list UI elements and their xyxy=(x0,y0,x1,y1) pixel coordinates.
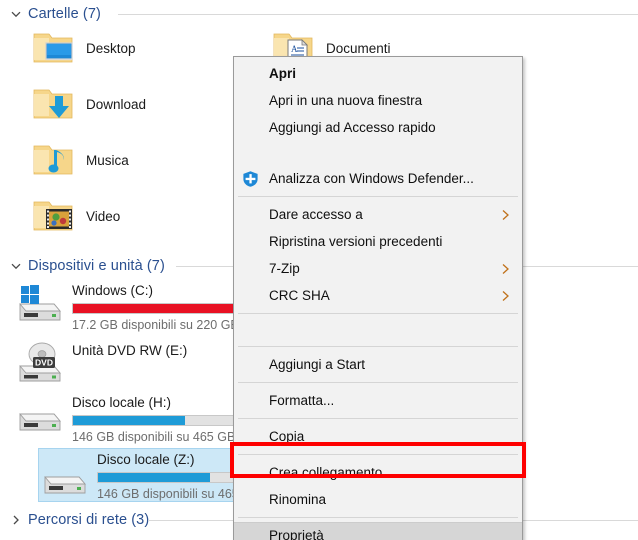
capacity-bar-fill xyxy=(73,416,185,425)
file-explorer-content-pane: Cartelle (7) Desktop Download Musica Vid… xyxy=(0,0,638,540)
capacity-bar-windows-c xyxy=(72,303,236,314)
menu-item-aggiungi-accesso-rapido[interactable]: Aggiungi ad Accesso rapido xyxy=(234,114,522,141)
menu-item-copia[interactable]: Copia xyxy=(234,423,522,450)
hard-drive-icon xyxy=(14,392,66,438)
drive-name-disco-h: Disco locale (H:) xyxy=(72,395,172,410)
chevron-right-icon xyxy=(501,289,510,302)
chevron-down-icon[interactable] xyxy=(8,6,24,22)
menu-item-label: Formatta... xyxy=(269,393,335,408)
menu-separator xyxy=(238,382,518,383)
menu-item-label: Aggiungi ad Accesso rapido xyxy=(269,120,436,135)
capacity-bar-fill xyxy=(98,473,210,482)
drive-info-disco-h: Disco locale (H:) 146 GB disponibili su … xyxy=(66,392,236,445)
drive-capacity-windows-c: 17.2 GB disponibili su 220 GB xyxy=(72,318,239,332)
folder-music-icon xyxy=(30,140,76,180)
drive-tile-windows-c[interactable]: Windows (C:) 17.2 GB disponibili su 220 … xyxy=(14,280,254,333)
folder-label-download: Download xyxy=(86,96,147,112)
section-header-folders[interactable]: Cartelle (7) xyxy=(8,4,101,24)
menu-item-aggiungi-a-start[interactable]: Aggiungi a Start xyxy=(234,351,522,378)
drive-tile-disco-h[interactable]: Disco locale (H:) 146 GB disponibili su … xyxy=(14,392,254,445)
menu-item-label: 7-Zip xyxy=(269,261,300,276)
menu-separator xyxy=(238,346,518,347)
dvd-drive-icon: DVD xyxy=(14,340,66,386)
drive-name-windows-c: Windows (C:) xyxy=(72,283,154,298)
svg-text:A: A xyxy=(291,44,298,54)
menu-item-ripristina-versioni-precedenti[interactable]: Ripristina versioni precedenti xyxy=(234,228,522,255)
folder-label-video: Video xyxy=(86,208,121,224)
folder-tile-download[interactable]: Download xyxy=(30,84,146,124)
menu-item-apri-nuova-finestra[interactable]: Apri in una nuova finestra xyxy=(234,87,522,114)
menu-separator xyxy=(238,313,518,314)
menu-item-label: CRC SHA xyxy=(269,288,330,303)
windows-defender-shield-icon xyxy=(242,170,259,187)
menu-separator xyxy=(238,454,518,455)
menu-item-label: Proprietà xyxy=(269,528,324,540)
folder-label-musica: Musica xyxy=(86,152,129,168)
drive-name-disco-z: Disco locale (Z:) xyxy=(97,452,195,467)
menu-item-dare-accesso-a[interactable]: Dare accesso a xyxy=(234,201,522,228)
drive-tile-disco-z[interactable]: Disco locale (Z:) 146 GB disponibili su … xyxy=(38,448,266,502)
capacity-bar-fill xyxy=(73,304,235,313)
menu-item-7-zip[interactable]: 7-Zip xyxy=(234,255,522,282)
menu-item-label: Apri in una nuova finestra xyxy=(269,93,423,108)
folder-video-icon xyxy=(30,196,76,236)
menu-item-rinomina[interactable]: Rinomina xyxy=(234,486,522,513)
menu-separator xyxy=(238,517,518,518)
menu-item-crea-collegamento[interactable]: Crea collegamento xyxy=(234,459,522,486)
menu-separator xyxy=(238,196,518,197)
drive-info-windows-c: Windows (C:) 17.2 GB disponibili su 220 … xyxy=(66,280,239,333)
hard-drive-icon xyxy=(39,455,91,501)
section-title-folders: Cartelle (7) xyxy=(28,6,101,22)
chevron-down-icon[interactable] xyxy=(8,258,24,274)
menu-separator xyxy=(238,418,518,419)
menu-gap xyxy=(234,141,522,165)
drive-capacity-disco-h: 146 GB disponibili su 465 GB xyxy=(72,430,236,444)
section-rule-folders xyxy=(118,14,638,15)
drive-info-dvd-e: Unità DVD RW (E:) xyxy=(66,340,187,360)
menu-item-formatta[interactable]: Formatta... xyxy=(234,387,522,414)
folder-tile-musica[interactable]: Musica xyxy=(30,140,129,180)
folder-label-desktop: Desktop xyxy=(86,40,136,56)
menu-item-label: Apri xyxy=(269,66,296,81)
menu-item-label: Analizza con Windows Defender... xyxy=(269,171,474,186)
drive-name-dvd-e: Unità DVD RW (E:) xyxy=(72,343,188,358)
folder-tile-desktop[interactable]: Desktop xyxy=(30,28,136,68)
section-header-devices[interactable]: Dispositivi e unità (7) xyxy=(8,256,165,276)
chevron-right-icon[interactable] xyxy=(8,512,24,528)
drive-tile-dvd-e[interactable]: DVD Unità DVD RW (E:) xyxy=(14,340,254,386)
menu-gap xyxy=(234,318,522,342)
folder-desktop-icon xyxy=(30,28,76,68)
menu-item-crc-sha[interactable]: CRC SHA xyxy=(234,282,522,309)
section-title-network: Percorsi di rete (3) xyxy=(28,512,150,528)
menu-item-label: Copia xyxy=(269,429,305,444)
menu-item-label: Crea collegamento xyxy=(269,465,383,480)
context-menu[interactable]: Apri Apri in una nuova finestra Aggiungi… xyxy=(233,56,523,540)
folder-tile-video[interactable]: Video xyxy=(30,196,120,236)
folder-label-documenti: Documenti xyxy=(326,40,391,56)
windows-drive-icon xyxy=(14,280,66,326)
menu-item-apri[interactable]: Apri xyxy=(234,60,522,87)
chevron-right-icon xyxy=(501,208,510,221)
menu-item-analizza-windows-defender[interactable]: Analizza con Windows Defender... xyxy=(234,165,522,192)
chevron-right-icon xyxy=(501,262,510,275)
menu-item-label: Ripristina versioni precedenti xyxy=(269,234,443,249)
menu-item-label: Dare accesso a xyxy=(269,207,363,222)
svg-text:DVD: DVD xyxy=(35,358,53,368)
section-header-network[interactable]: Percorsi di rete (3) xyxy=(8,510,149,530)
section-title-devices: Dispositivi e unità (7) xyxy=(28,258,165,274)
menu-item-label: Aggiungi a Start xyxy=(269,357,366,372)
menu-item-label: Rinomina xyxy=(269,492,327,507)
menu-item-proprieta[interactable]: Proprietà xyxy=(234,522,522,540)
folder-download-icon xyxy=(30,84,76,124)
capacity-bar-disco-h xyxy=(72,415,236,426)
